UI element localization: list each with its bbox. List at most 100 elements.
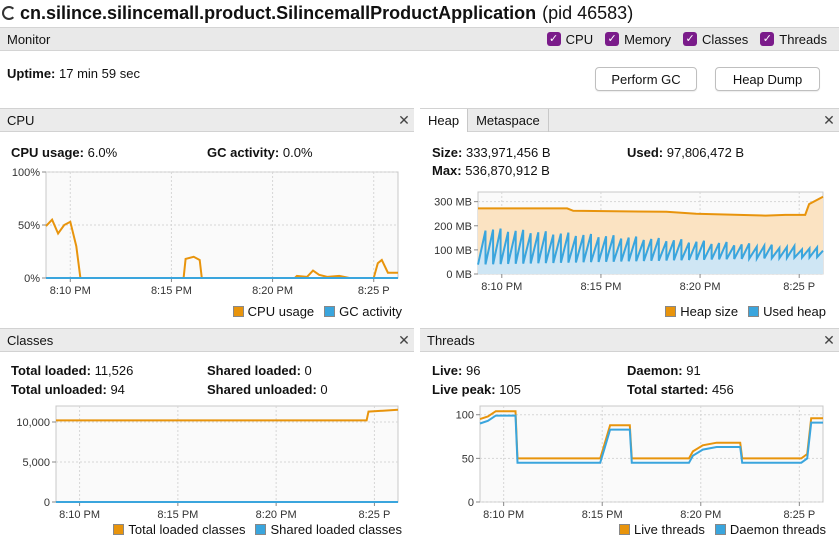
x-tick-label: 8:25 P xyxy=(359,509,391,521)
checkmark-icon: ✓ xyxy=(546,32,561,46)
live-peak-stat: Live peak: 105 xyxy=(432,382,521,397)
daemon-value: 91 xyxy=(686,363,701,378)
window-titlebar: cn.silince.silincemall.product.Silincema… xyxy=(0,0,839,26)
tab-metaspace[interactable]: Metaspace xyxy=(468,108,549,132)
y-tick-label: 200 MB xyxy=(434,221,472,233)
x-tick-label: 8:10 PM xyxy=(59,509,100,521)
total-unloaded-stat: Total unloaded: 94 xyxy=(11,382,125,397)
y-tick-label: 0 MB xyxy=(446,269,472,281)
tab-heap[interactable]: Heap xyxy=(420,108,469,132)
legend-swatch xyxy=(619,524,631,535)
daemon-stat: Daemon: 91 xyxy=(627,363,701,378)
live-peak-value: 105 xyxy=(499,382,521,397)
checkmark-icon: ✓ xyxy=(760,32,775,46)
x-tick-label: 8:25 P xyxy=(783,509,815,521)
live-label: Live: xyxy=(432,363,463,378)
cpu-legend: CPU usage GC activity xyxy=(223,304,402,319)
heap-legend: Heap size Used heap xyxy=(655,304,826,319)
checkbox-memory[interactable]: ✓ Memory xyxy=(605,32,671,47)
checkmark-icon: ✓ xyxy=(605,32,620,46)
heap-panel-header: Heap Metaspace ✕ xyxy=(420,108,839,132)
x-tick-label: 8:10 PM xyxy=(483,509,524,521)
y-tick-label: 0 xyxy=(468,497,474,509)
heap-size-label: Size: xyxy=(432,145,463,160)
shared-unloaded-value: 0 xyxy=(320,382,328,397)
legend-label: Heap size xyxy=(680,304,739,319)
daemon-label: Daemon: xyxy=(627,363,683,378)
x-tick-label: 8:15 PM xyxy=(580,281,621,293)
checkbox-cpu[interactable]: ✓ CPU xyxy=(546,32,593,47)
close-icon[interactable]: ✕ xyxy=(819,332,839,349)
y-tick-label: 5,000 xyxy=(22,457,50,469)
x-tick-label: 8:20 PM xyxy=(252,285,293,297)
plot-area xyxy=(479,405,824,503)
total-loaded-stat: Total loaded: 11,526 xyxy=(11,363,133,378)
y-tick-label: 0% xyxy=(24,273,40,285)
shared-loaded-label: Shared loaded: xyxy=(207,363,301,378)
x-tick-label: 8:10 PM xyxy=(481,281,522,293)
cpu-usage-label: CPU usage: xyxy=(11,145,84,160)
legend-swatch xyxy=(714,524,726,535)
process-id: (pid 46583) xyxy=(542,2,634,23)
app-name: cn.silince.silincemall.product.Silincema… xyxy=(20,2,537,23)
heap-used-stat: Used: 97,806,472 B xyxy=(627,145,744,160)
classes-chart: 10,000 5,000 0 8:10 PM 8:15 PM 8:20 PM 8:25 P xyxy=(16,405,399,521)
x-tick-label: 8:10 PM xyxy=(50,285,91,297)
x-tick-label: 8:15 PM xyxy=(582,509,623,521)
checkmark-icon: ✓ xyxy=(683,32,698,46)
legend-swatch xyxy=(748,306,760,317)
heap-max-label: Max: xyxy=(432,163,462,178)
legend-label: GC activity xyxy=(339,304,402,319)
heap-panel: Heap Metaspace ✕ Size: 333,971,456 B Use… xyxy=(420,108,839,326)
heap-chart: 300 MB 200 MB 100 MB 0 MB 8:10 PM 8:15 PM 8:20… xyxy=(434,191,824,293)
threads-chart: 100 50 0 8:10 PM 8:15 PM 8:20 PM 8:25 P xyxy=(456,405,824,521)
classes-panel: Classes ✕ Total loaded: 11,526 Shared lo… xyxy=(0,328,414,544)
close-icon[interactable]: ✕ xyxy=(394,332,414,349)
total-loaded-label: Total loaded: xyxy=(11,363,91,378)
checkbox-label: Memory xyxy=(624,31,672,47)
total-unloaded-value: 94 xyxy=(110,382,125,397)
heap-dump-button[interactable]: Heap Dump xyxy=(715,67,820,91)
total-loaded-value: 11,526 xyxy=(94,363,134,378)
heap-used-value: 97,806,472 B xyxy=(666,145,745,160)
gc-activity-label: GC activity: xyxy=(207,145,280,160)
y-tick-label: 100 MB xyxy=(434,245,472,257)
checkbox-threads[interactable]: ✓ Threads xyxy=(760,32,827,47)
y-tick-label: 0 xyxy=(44,497,50,509)
legend-swatch xyxy=(324,306,336,317)
total-started-stat: Total started: 456 xyxy=(627,382,734,397)
classes-legend: Total loaded classes Shared loaded class… xyxy=(103,522,402,537)
x-tick-label: 8:15 PM xyxy=(157,509,198,521)
y-tick-label: 100% xyxy=(12,167,40,179)
y-tick-label: 50% xyxy=(18,220,40,232)
checkbox-label: Classes xyxy=(702,31,749,47)
heap-size-value: 333,971,456 B xyxy=(465,145,551,160)
monitor-title: Monitor xyxy=(7,31,51,47)
y-tick-label: 10,000 xyxy=(16,417,50,429)
shared-loaded-stat: Shared loaded: 0 xyxy=(207,363,312,378)
y-tick-label: 100 xyxy=(456,410,474,422)
heap-max-stat: Max: 536,870,912 B xyxy=(432,163,550,178)
classes-panel-header: Classes ✕ xyxy=(0,328,414,352)
cpu-panel-title: CPU xyxy=(7,112,35,128)
legend-label: Used heap xyxy=(763,304,826,319)
uptime-value: 17 min 59 sec xyxy=(59,66,140,81)
close-icon[interactable]: ✕ xyxy=(819,112,839,129)
legend-swatch xyxy=(113,524,125,535)
cpu-panel-header: CPU ✕ xyxy=(0,108,414,132)
perform-gc-button[interactable]: Perform GC xyxy=(595,67,697,91)
heap-size-stat: Size: 333,971,456 B xyxy=(432,145,551,160)
shared-unloaded-label: Shared unloaded: xyxy=(207,382,317,397)
cpu-panel: CPU ✕ CPU usage: 6.0% GC activity: 0.0% … xyxy=(0,108,414,326)
checkbox-classes[interactable]: ✓ Classes xyxy=(683,32,748,47)
threads-panel: Threads ✕ Live: 96 Daemon: 91 Live peak:… xyxy=(420,328,839,544)
heap-used-label: Used: xyxy=(627,145,664,160)
loading-spinner-icon xyxy=(2,6,16,20)
live-stat: Live: 96 xyxy=(432,363,480,378)
x-tick-label: 8:20 PM xyxy=(680,281,721,293)
x-tick-label: 8:15 PM xyxy=(151,285,192,297)
close-icon[interactable]: ✕ xyxy=(394,112,414,129)
y-tick-label: 50 xyxy=(462,453,474,465)
x-tick-label: 8:20 PM xyxy=(680,509,721,521)
gc-activity-stat: GC activity: 0.0% xyxy=(207,145,313,160)
